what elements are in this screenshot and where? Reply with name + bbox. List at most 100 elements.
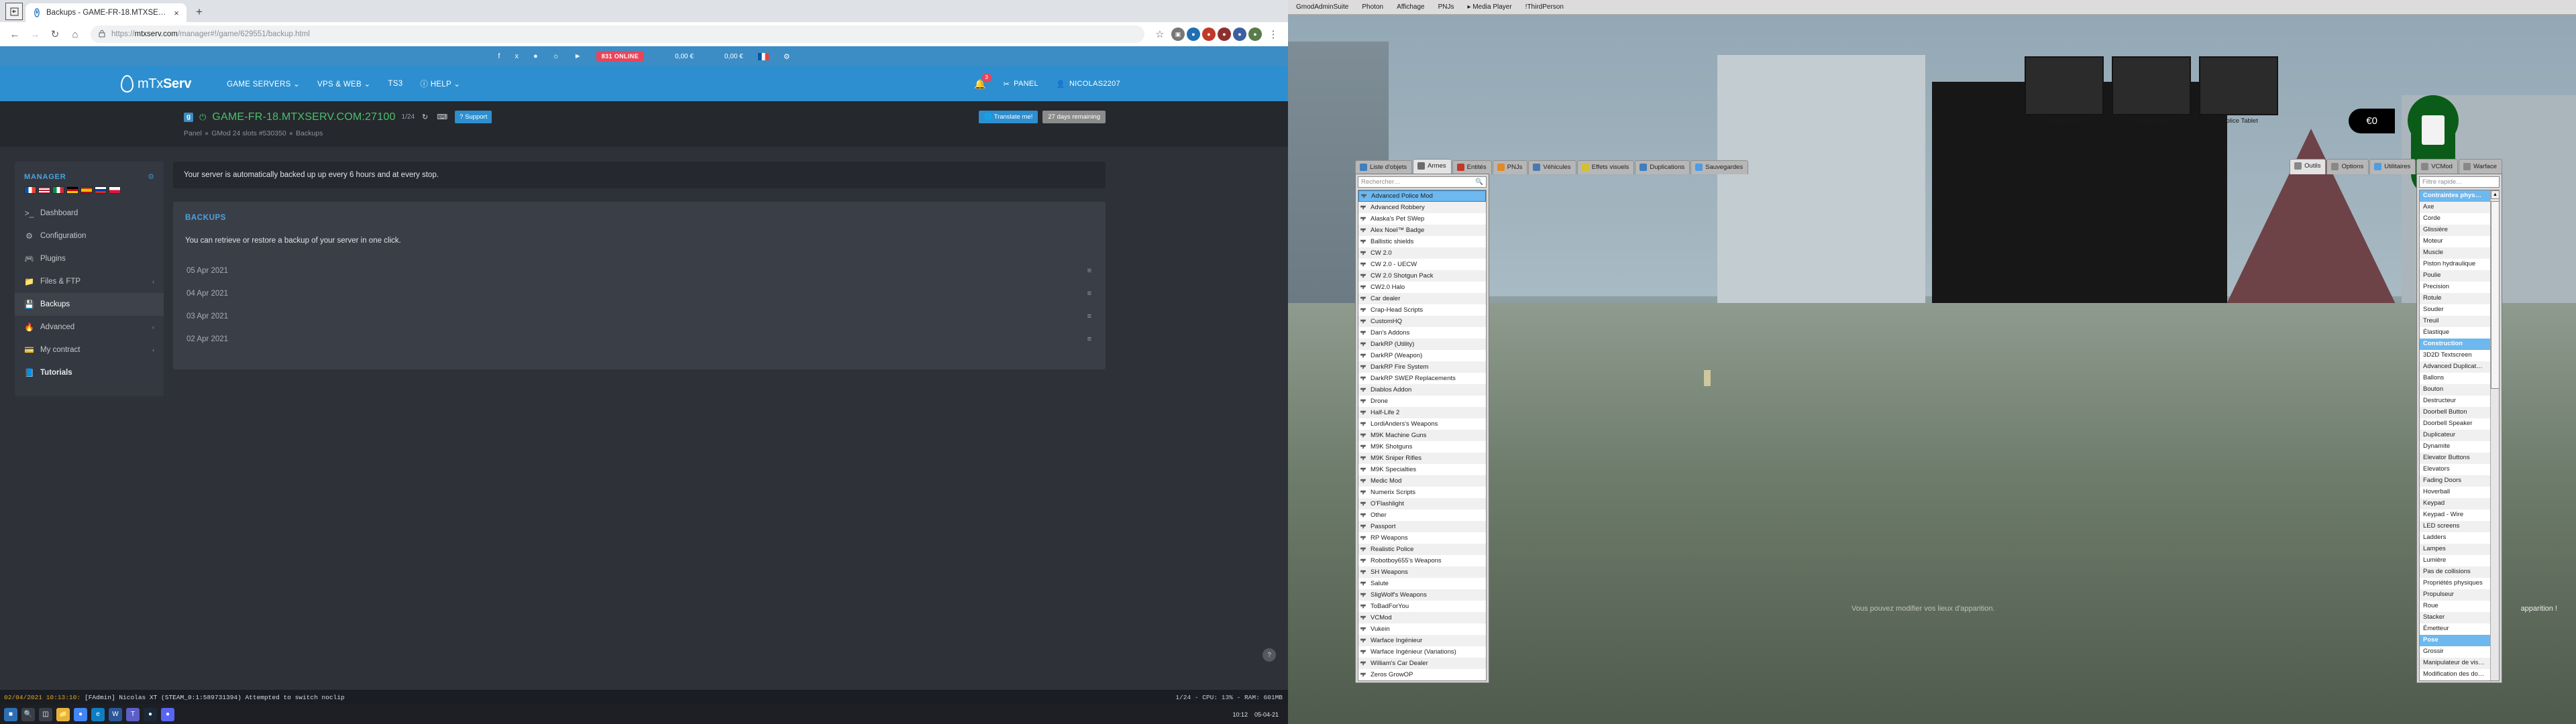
browser-tab[interactable]: Backups - GAME-FR-18.MTXSERV ×	[25, 3, 186, 22]
tool-item[interactable]: Dynamite	[2420, 441, 2499, 452]
menu-affichage[interactable]: Affichage	[1397, 3, 1425, 11]
tool-item[interactable]: Élastique	[2420, 327, 2499, 339]
weapon-category-item[interactable]: RP Weapons	[1358, 532, 1486, 544]
word-icon[interactable]: W	[109, 707, 122, 721]
weapon-category-item[interactable]: Medic Mod	[1358, 475, 1486, 487]
weapon-category-list[interactable]: Advanced Police Mod Advanced Robbery Alask…	[1358, 190, 1487, 681]
edge-icon[interactable]: e	[91, 707, 105, 721]
weapon-category-item[interactable]: CW2.0 Halo	[1358, 282, 1486, 293]
sidebar-item-tutorials[interactable]: 📘 Tutorials	[15, 361, 164, 384]
weapon-category-item[interactable]: DarkRP (Weapon)	[1358, 350, 1486, 361]
weapon-category-item[interactable]: Salute	[1358, 578, 1486, 589]
steam-icon[interactable]: ●	[144, 707, 157, 721]
gear-icon[interactable]: ⚙	[148, 172, 154, 181]
backup-menu-icon[interactable]: ≡	[1087, 335, 1092, 343]
flag-fr[interactable]	[24, 186, 36, 194]
tab-duplications[interactable]: Duplications	[1635, 160, 1690, 174]
tool-item[interactable]: Keypad - Wire	[2420, 509, 2499, 521]
backup-menu-icon[interactable]: ≡	[1087, 267, 1092, 275]
weapon-category-item[interactable]: Other	[1358, 509, 1486, 521]
tool-filter-input[interactable]: Filtre rapide…	[2419, 176, 2500, 188]
tool-item[interactable]: Grossir	[2420, 646, 2499, 658]
backup-row[interactable]: 03 Apr 2021 ≡	[185, 305, 1093, 328]
tool-item[interactable]: Advanced Duplicat…	[2420, 361, 2499, 373]
tool-item[interactable]: Positionner yeux	[2420, 680, 2499, 681]
nav-item-vps-web[interactable]: VPS & WEB ⌄	[309, 79, 379, 88]
brand-logo[interactable]: mTxServ	[121, 75, 191, 93]
tool-group-header[interactable]: Pose	[2420, 635, 2499, 646]
weapon-category-item[interactable]: SH Weapons	[1358, 566, 1486, 578]
weapon-category-item[interactable]: Passport	[1358, 521, 1486, 532]
weapon-category-item[interactable]: CW 2.0 Shotgun Pack	[1358, 270, 1486, 282]
tool-item[interactable]: Lampes	[2420, 544, 2499, 555]
backup-row[interactable]: 04 Apr 2021 ≡	[185, 282, 1093, 305]
tool-item[interactable]: Destructeur	[2420, 396, 2499, 407]
tool-item[interactable]: 3D2D Textscreen	[2420, 350, 2499, 361]
tool-item[interactable]: Lumière	[2420, 555, 2499, 566]
weapon-category-item[interactable]: Drone	[1358, 396, 1486, 407]
scrollbar-thumb[interactable]	[2491, 201, 2499, 389]
menu-gmodadminsuite[interactable]: GmodAdminSuite	[1296, 3, 1348, 11]
tab-pnjs[interactable]: PNJs	[1492, 160, 1528, 174]
weapon-category-item[interactable]: Dan's Addons	[1358, 327, 1486, 339]
weapon-category-item[interactable]: William's Car Dealer	[1358, 658, 1486, 669]
nav-item-ts3[interactable]: TS3	[379, 80, 411, 88]
tool-group-header[interactable]: Construction	[2420, 339, 2499, 350]
flag-ru[interactable]	[95, 186, 107, 194]
notifications-bell-icon[interactable]: 🔔 3	[974, 72, 991, 90]
tab-vehicules[interactable]: Véhicules	[1528, 160, 1576, 174]
weapon-category-item[interactable]: Half-Life 2	[1358, 407, 1486, 418]
tool-item[interactable]: Ladders	[2420, 532, 2499, 544]
reload-icon[interactable]: ↻	[46, 25, 64, 44]
weapon-category-item[interactable]: Zeros LuminaDesigner	[1358, 680, 1486, 681]
rss-icon[interactable]: ☼	[553, 52, 559, 60]
restart-icon[interactable]: ↻	[421, 113, 429, 121]
console-icon[interactable]: ⌨	[435, 113, 449, 121]
breadcrumb-server[interactable]: GMod 24 slots #530350	[211, 129, 286, 137]
discord-icon[interactable]: ●	[533, 52, 538, 60]
start-icon[interactable]: ■	[4, 707, 17, 721]
tab-utilitaires[interactable]: Utilitaires	[2369, 159, 2416, 174]
weapon-category-item[interactable]: Crap-Head Scripts	[1358, 304, 1486, 316]
tab-armes[interactable]: Armes	[1413, 159, 1452, 174]
weapon-category-item[interactable]: DarkRP (Utility)	[1358, 339, 1486, 350]
spawnmenu-search-input[interactable]: Rechercher… 🔍	[1358, 176, 1487, 188]
nav-item-panel[interactable]: ✂ PANEL	[1004, 80, 1038, 88]
tool-item[interactable]: Souder	[2420, 304, 2499, 316]
tool-item[interactable]: Rotule	[2420, 293, 2499, 304]
tab-outils[interactable]: Outils	[2290, 159, 2326, 174]
weapon-category-item[interactable]: CW 2.0	[1358, 247, 1486, 259]
weapon-category-item[interactable]: Diablos Addon	[1358, 384, 1486, 396]
tool-item[interactable]: Piston hydraulique	[2420, 259, 2499, 270]
translate-button[interactable]: 🌐 Translate me!	[979, 111, 1038, 123]
tool-item[interactable]: Poulie	[2420, 270, 2499, 282]
flag-pl[interactable]	[109, 186, 121, 194]
flag-es[interactable]	[80, 186, 93, 194]
scroll-up-icon[interactable]: ▲	[2491, 190, 2499, 199]
support-button[interactable]: ? Support	[455, 111, 492, 123]
tab-entites[interactable]: Entités	[1452, 160, 1492, 174]
tool-item[interactable]: Elevators	[2420, 464, 2499, 475]
sidebar-item-my-contract[interactable]: 💳 My contract ‹	[15, 339, 164, 361]
menu-media-player[interactable]: ▸ Media Player	[1468, 3, 1512, 11]
profile-icon[interactable]: ●	[1248, 27, 1262, 41]
menu-thirdperson[interactable]: !ThirdPerson	[1525, 3, 1564, 11]
teams-icon[interactable]: T	[126, 707, 140, 721]
ext-blue-icon[interactable]: ●	[1233, 27, 1246, 41]
tool-item[interactable]: Muscle	[2420, 247, 2499, 259]
tool-item[interactable]: Stacker	[2420, 612, 2499, 623]
weapon-category-item[interactable]: Realistic Police	[1358, 544, 1486, 555]
flag-it[interactable]	[52, 186, 64, 194]
backup-menu-icon[interactable]: ≡	[1087, 290, 1092, 298]
tool-item[interactable]: Modification des do…	[2420, 669, 2499, 680]
online-status-badge[interactable]: 831 ONLINE	[596, 51, 645, 62]
tab-effets-visuels[interactable]: Effets visuels	[1576, 160, 1635, 174]
weapon-category-item[interactable]: LordiAnders's Weapons	[1358, 418, 1486, 430]
sidebar-item-configuration[interactable]: ⚙ Configuration	[15, 225, 164, 247]
shield-icon[interactable]: ●	[1187, 27, 1200, 41]
tool-item[interactable]: Propulseur	[2420, 589, 2499, 601]
weapon-category-item[interactable]: Car dealer	[1358, 293, 1486, 304]
discord-icon[interactable]: ●	[161, 707, 174, 721]
power-icon[interactable]: ⏻	[199, 112, 206, 123]
tool-item[interactable]: Manipulateur de vis…	[2420, 658, 2499, 669]
